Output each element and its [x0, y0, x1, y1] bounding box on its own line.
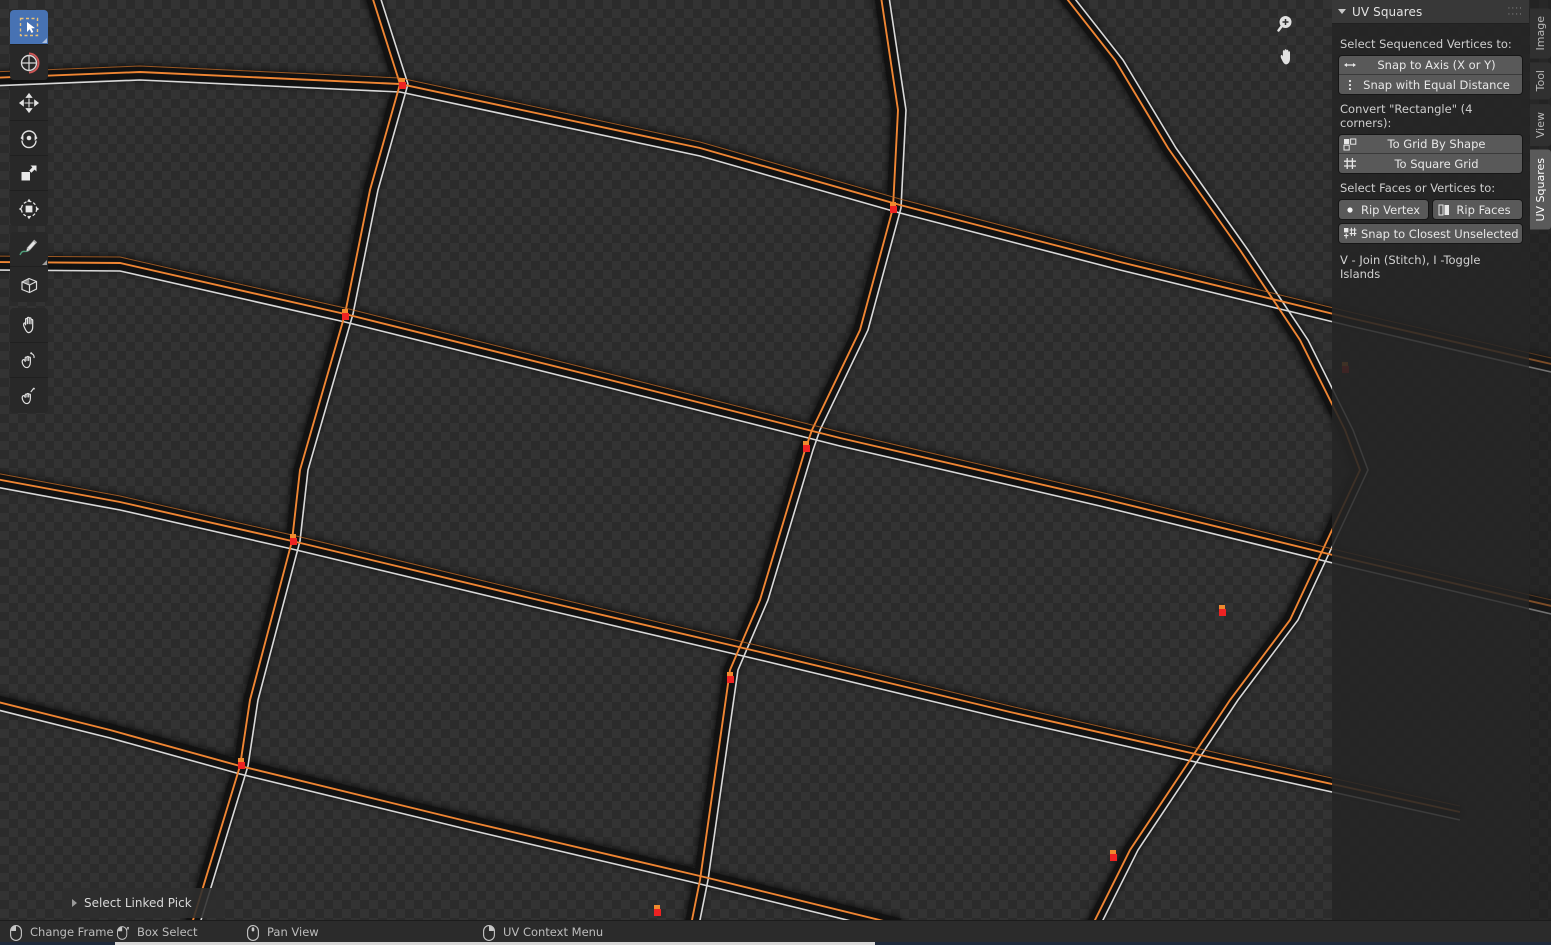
rotate-tool[interactable]: [10, 121, 48, 156]
rip-vertex-wrap: Rip Vertex: [1338, 199, 1429, 220]
panel-body: Select Sequenced Vertices to: Snap to Ax…: [1332, 24, 1529, 281]
grab-brush-tool[interactable]: [10, 308, 48, 343]
to-grid-by-shape-button[interactable]: To Grid By Shape: [1339, 135, 1522, 154]
snap-equal-distance-button[interactable]: Snap with Equal Distance: [1339, 75, 1522, 94]
cursor-tool[interactable]: [10, 45, 48, 80]
tab-uv-squares[interactable]: UV Squares: [1529, 149, 1551, 230]
vertical-dots-icon: [1343, 79, 1357, 91]
zoom-gizmo[interactable]: [1275, 12, 1299, 36]
magnifier-plus-icon: [1277, 16, 1292, 32]
status-uv-context-menu[interactable]: UV Context Menu: [483, 925, 603, 941]
scale-tool[interactable]: [10, 156, 48, 191]
shortcut-hint-text: V - Join (Stitch), I -Toggle Islands: [1340, 253, 1481, 281]
rotate-icon: [20, 130, 38, 149]
status-pan-view[interactable]: Pan View: [247, 925, 319, 941]
cursor-2d-icon: [20, 52, 40, 73]
status-pan-view-label: Pan View: [267, 925, 319, 940]
triangle-right-icon[interactable]: [72, 899, 77, 907]
tool-group-transform: [10, 86, 48, 226]
to-grid-by-shape-label: To Grid By Shape: [1387, 137, 1486, 151]
section-label-convert-rectangle: Convert "Rectangle" (4 corners):: [1340, 102, 1473, 130]
move-arrows-icon: [18, 92, 40, 114]
measure-tool[interactable]: [10, 267, 48, 302]
scale-icon: [21, 165, 37, 181]
rip-buttons-row: Rip Vertex Rip Faces: [1338, 199, 1523, 220]
tab-image[interactable]: Image: [1529, 8, 1551, 59]
panel-header[interactable]: UV Squares ···· ····: [1332, 0, 1529, 24]
snap-to-axis-label: Snap to Axis (X or Y): [1377, 58, 1496, 72]
transform-tool[interactable]: [10, 191, 48, 226]
box-select-icon: [19, 17, 39, 37]
dot-vertex-icon: [1343, 204, 1357, 216]
status-uv-context-menu-label: UV Context Menu: [503, 925, 604, 940]
pan-gizmo[interactable]: [1275, 45, 1299, 69]
tab-tool[interactable]: Tool: [1529, 62, 1551, 100]
move-tool[interactable]: [10, 86, 48, 121]
grid-by-shape-icon: [1343, 138, 1357, 151]
open-hand-icon: [23, 316, 34, 334]
mouse-left-icon: [10, 925, 22, 941]
pinch-brush-tool[interactable]: [10, 378, 48, 413]
grab-hand-icon: [21, 387, 35, 404]
blender-uv-editor-window: UV Squares ···· ···· Select Sequenced Ver…: [0, 0, 1551, 945]
tool-group-brush: [10, 308, 48, 413]
uv-mesh-svg: [0, 0, 1551, 920]
triangle-down-icon[interactable]: [1338, 9, 1346, 14]
snap-to-axis-button[interactable]: Snap to Axis (X or Y): [1339, 56, 1522, 75]
tab-view[interactable]: View: [1529, 103, 1551, 146]
arrows-horizontal-icon: [1343, 60, 1357, 70]
uv-squares-sidebar-panel[interactable]: UV Squares ···· ···· Select Sequenced Ver…: [1332, 0, 1529, 920]
to-square-grid-button[interactable]: To Square Grid: [1339, 154, 1522, 173]
sequenced-buttons-group: Snap to Axis (X or Y) Snap with Equal Di…: [1338, 55, 1523, 95]
snap-closest-group: Snap to Closest Unselected: [1338, 223, 1523, 244]
tool-group-annotate: [10, 232, 48, 302]
snap-equal-distance-label: Snap with Equal Distance: [1363, 77, 1510, 92]
sidebar-tab-strip[interactable]: Image Tool View UV Squares: [1529, 0, 1551, 920]
status-change-frame[interactable]: Change Frame: [10, 925, 114, 941]
tool-shelf[interactable]: [10, 10, 48, 419]
cube-measure-icon: [21, 277, 38, 293]
annotate-tool[interactable]: [10, 232, 48, 267]
rip-faces-wrap: Rip Faces: [1432, 199, 1523, 220]
tweak-select-box-tool[interactable]: [10, 10, 48, 45]
section-label-sequenced: Select Sequenced Vertices to:: [1340, 37, 1512, 51]
pinch-hand-icon: [21, 352, 35, 369]
rip-faces-button[interactable]: Rip Faces: [1433, 200, 1522, 219]
snap-to-closest-unselected-label: Snap to Closest Unselected: [1361, 226, 1519, 241]
tool-group-select: [10, 10, 48, 80]
rip-vertex-label: Rip Vertex: [1361, 202, 1421, 217]
tool-expand-corner-icon: [42, 260, 47, 265]
status-box-select-label: Box Select: [137, 925, 198, 940]
mouse-left-drag-icon: [117, 926, 129, 940]
operator-name-label: Select Linked Pick: [84, 896, 192, 910]
status-change-frame-label: Change Frame: [30, 925, 114, 940]
tool-expand-corner-icon: [42, 38, 47, 43]
relax-brush-tool[interactable]: [10, 343, 48, 378]
section-label-faces-vertices: Select Faces or Vertices to:: [1340, 181, 1496, 195]
mouse-right-icon: [483, 925, 495, 941]
snap-to-closest-unselected-button[interactable]: Snap to Closest Unselected: [1339, 224, 1522, 243]
pencil-annotate-icon: [19, 239, 38, 256]
operator-redo-panel[interactable]: Select Linked Pick: [62, 888, 225, 918]
rip-vertex-button[interactable]: Rip Vertex: [1339, 200, 1428, 219]
snap-closest-icon: [1343, 227, 1357, 240]
view-gizmos[interactable]: [1275, 12, 1299, 69]
rip-faces-label: Rip Faces: [1456, 202, 1511, 217]
panel-title: UV Squares: [1352, 4, 1423, 19]
split-faces-icon: [1437, 204, 1451, 216]
transform-icon: [18, 198, 40, 219]
mouse-middle-icon: [247, 925, 259, 941]
status-box-select[interactable]: Box Select: [117, 925, 198, 941]
uv-canvas[interactable]: [0, 0, 1551, 920]
grip-dots-icon[interactable]: ···· ····: [1508, 4, 1523, 19]
convert-buttons-group: To Grid By Shape To Square Grid: [1338, 134, 1523, 174]
square-grid-icon: [1343, 157, 1357, 170]
hand-icon: [1280, 49, 1290, 65]
to-square-grid-label: To Square Grid: [1394, 156, 1479, 171]
